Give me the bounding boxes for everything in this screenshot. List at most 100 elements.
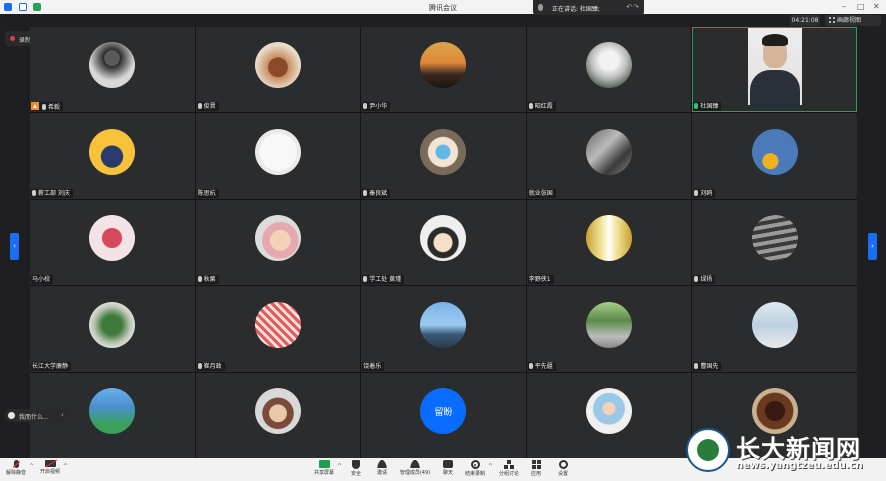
- participant-tile[interactable]: 希毅: [30, 27, 195, 113]
- security-button[interactable]: 安全: [346, 460, 366, 477]
- chevron-up-icon[interactable]: ^: [337, 463, 342, 470]
- mic-icon: [42, 104, 46, 111]
- apps-icon: [531, 460, 541, 469]
- apps-label: 应用: [530, 471, 541, 477]
- participant-tile[interactable]: 秦良斌: [361, 113, 526, 199]
- chevron-up-icon[interactable]: ^: [488, 463, 493, 470]
- chat-preview-bubble[interactable]: 我而什么... ‹: [5, 409, 69, 422]
- participant-tile[interactable]: 崔月政: [195, 286, 361, 372]
- participant-name: 俊晋: [203, 103, 216, 111]
- avatar: 留盼: [420, 388, 467, 435]
- video-hair: [762, 34, 789, 46]
- avatar: [89, 128, 136, 175]
- settings-button[interactable]: 设置: [554, 460, 572, 477]
- participant-tile[interactable]: [526, 372, 692, 458]
- participant-tile[interactable]: 绿扬: [692, 199, 857, 286]
- undo-arrows-icon[interactable]: ↶↷: [626, 3, 640, 11]
- participant-tile[interactable]: 秋栗: [195, 199, 361, 286]
- participant-tile[interactable]: 昭红霞: [526, 27, 692, 113]
- participant-name: 绿扬: [700, 276, 713, 284]
- participant-nameplate: 崔月政: [196, 361, 225, 371]
- apps-button[interactable]: 应用: [527, 460, 545, 477]
- watermark-title: 长大新闻网: [736, 435, 861, 463]
- minimize-icon[interactable]: –: [842, 2, 846, 11]
- breakout-label: 分组讨论: [498, 471, 519, 477]
- speaking-indicator: 正在讲话: 杜国臻; ↶↷: [533, 0, 644, 15]
- chevron-up-icon[interactable]: ^: [29, 463, 34, 470]
- video-body: [750, 70, 801, 110]
- participant-tile[interactable]: 陈思杭: [195, 113, 361, 199]
- gallery-prev-button[interactable]: ‹: [10, 233, 19, 260]
- mic-icon: [197, 103, 202, 110]
- unmute-button[interactable]: 解除静音 ^: [4, 460, 34, 476]
- participant-tile[interactable]: 平先疆: [526, 286, 692, 372]
- participant-tile[interactable]: 李野侠1: [526, 199, 692, 286]
- participant-tile[interactable]: 马小校: [30, 199, 195, 286]
- mic-icon: [197, 276, 202, 283]
- start-video-button[interactable]: 开启视频 ^: [38, 460, 68, 475]
- security-label: 安全: [350, 471, 361, 477]
- avatar: [751, 215, 798, 262]
- view-switch-button[interactable]: 画廊视图: [825, 15, 881, 26]
- avatar: [751, 301, 798, 348]
- participant-nameplate: 马小校: [31, 275, 54, 285]
- participant-nameplate: 陈思杭: [196, 188, 219, 198]
- camera-off-icon: [44, 460, 56, 467]
- mic-icon: [694, 362, 699, 369]
- avatar: [254, 215, 301, 262]
- participant-tile[interactable]: 刘鸥: [692, 113, 857, 199]
- close-icon[interactable]: ✕: [873, 2, 880, 11]
- grid-view-icon: [829, 17, 835, 23]
- participant-name: 曹国先: [700, 362, 719, 370]
- speaking-mic-icon: [538, 4, 543, 11]
- end-recording-label: 结束录制: [464, 471, 485, 477]
- participant-tile[interactable]: 长江大学廉静: [30, 286, 195, 372]
- share-screen-icon: [318, 460, 330, 468]
- participant-name: 学工处 黄瑾: [369, 276, 402, 284]
- mic-icon: [32, 189, 36, 196]
- participant-name: 希毅: [48, 104, 61, 112]
- participant-tile[interactable]: [195, 372, 361, 458]
- manage-members-button[interactable]: 管理成员(49): [398, 460, 432, 476]
- recording-dot-icon: [10, 36, 15, 41]
- participant-nameplate: 秦良斌: [362, 188, 391, 198]
- participant-tile[interactable]: 薪工部 刘庆: [30, 113, 195, 199]
- end-recording-button[interactable]: 结束录制 ^: [463, 460, 493, 477]
- participant-name: 马小校: [32, 276, 51, 284]
- news-watermark: 长大新闻网 news.yangtzeu.edu.cn: [684, 428, 884, 480]
- mic-muted-icon: [13, 460, 19, 468]
- participant-tile[interactable]: 留盼: [361, 372, 526, 458]
- mic-icon: [694, 276, 699, 283]
- avatar: [420, 301, 467, 348]
- breakout-button[interactable]: 分组讨论: [497, 460, 521, 477]
- chat-button[interactable]: 聊天: [438, 460, 458, 476]
- participant-tile[interactable]: 就业张国: [526, 113, 692, 199]
- maximize-icon[interactable]: □: [857, 2, 865, 11]
- invite-button[interactable]: 邀请: [372, 460, 392, 476]
- avatar: [420, 42, 467, 89]
- invite-label: 邀请: [376, 470, 387, 476]
- participant-nameplate: 饶着乐: [362, 361, 385, 371]
- participant-tile[interactable]: 尹小华: [361, 27, 526, 113]
- participant-tile[interactable]: 学工处 黄瑾: [361, 199, 526, 286]
- avatar: [420, 215, 467, 262]
- participant-nameplate: 学工处 黄瑾: [362, 275, 405, 285]
- participant-name: 陈思杭: [197, 189, 216, 197]
- avatar: [89, 42, 136, 89]
- avatar: [586, 301, 633, 348]
- participant-nameplate: 长江大学廉静: [31, 361, 72, 371]
- participant-nameplate: 刘鸥: [693, 188, 716, 198]
- university-seal-logo: [686, 428, 730, 472]
- participant-tile[interactable]: 俊晋: [195, 27, 361, 113]
- participant-tile[interactable]: 曹国先: [692, 286, 857, 372]
- participant-tile[interactable]: 饶着乐: [361, 286, 526, 372]
- chevron-left-icon[interactable]: ‹: [61, 411, 64, 419]
- mic-icon: [363, 276, 368, 283]
- avatar-text: 留盼: [434, 407, 453, 418]
- window-title: 腾讯会议: [429, 4, 457, 12]
- unmute-label: 解除静音: [5, 470, 26, 476]
- gallery-next-button[interactable]: ›: [868, 233, 877, 260]
- chevron-up-icon[interactable]: ^: [63, 463, 68, 470]
- participant-tile[interactable]: 杜国臻: [692, 27, 857, 113]
- share-screen-button[interactable]: 共享屏幕 ^: [312, 460, 342, 476]
